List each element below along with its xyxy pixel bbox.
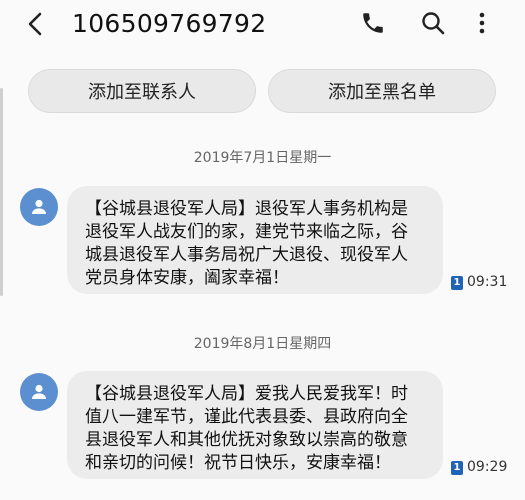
message-bubble[interactable]: 【谷城县退役军人局】爱我人民爱我军！时 值八一建军节，谨此代表县委、县政府向全 … <box>67 371 443 479</box>
phone-icon[interactable] <box>360 10 386 36</box>
add-to-blacklist-button[interactable]: 添加至黑名单 <box>268 69 496 113</box>
date-separator: 2019年7月1日星期一 <box>193 150 332 166</box>
top-app-bar: 106509769792 <box>0 0 525 52</box>
add-to-contacts-button[interactable]: 添加至联系人 <box>28 69 256 113</box>
sim-badge: 1 <box>451 461 463 475</box>
avatar[interactable] <box>20 188 58 226</box>
more-vertical-icon[interactable] <box>476 10 488 36</box>
message-time: 09:31 <box>467 274 508 290</box>
scrollbar[interactable] <box>0 88 3 296</box>
sim-badge: 1 <box>451 276 463 290</box>
avatar[interactable] <box>20 373 58 411</box>
person-icon <box>32 199 46 214</box>
person-icon <box>32 384 46 399</box>
message-bubble[interactable]: 【谷城县退役军人局】退役军人事务机构是 退役军人战友们的家，建党节来临之际，谷 … <box>67 186 443 294</box>
back-icon[interactable] <box>22 10 50 38</box>
date-separator: 2019年8月1日星期四 <box>193 336 332 352</box>
message-time: 09:29 <box>467 459 508 475</box>
search-icon[interactable] <box>420 10 446 36</box>
conversation-title: 106509769792 <box>72 9 267 38</box>
